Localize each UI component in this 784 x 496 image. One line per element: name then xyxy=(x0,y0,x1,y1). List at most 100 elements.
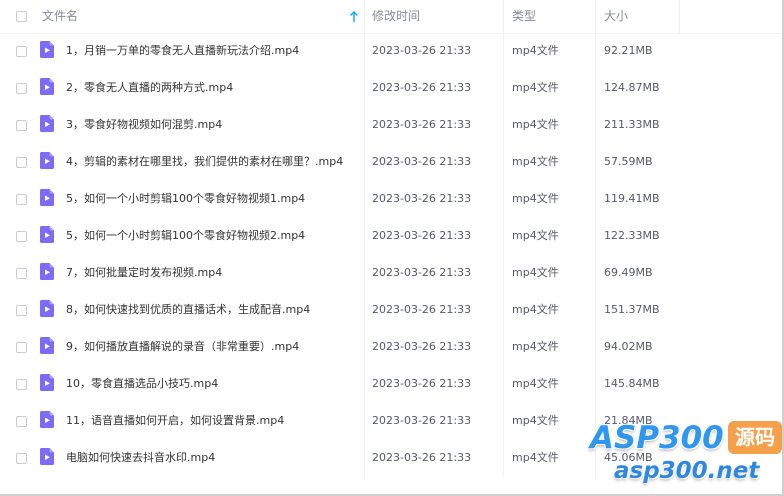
file-name[interactable]: 3，零食好物视频如何混剪.mp4 xyxy=(66,107,222,143)
row-divider xyxy=(364,107,365,144)
watermark-brand: ASP300 xyxy=(590,420,724,456)
file-type: mp4文件 xyxy=(512,303,559,316)
row-divider xyxy=(364,181,365,218)
file-type: mp4文件 xyxy=(512,81,559,94)
file-list-panel: 文件名 修改时间 类型 大小 1，月销一万单的零食无人直播新玩法介绍.mp4 20… xyxy=(0,0,784,496)
row-divider xyxy=(503,33,504,70)
file-name[interactable]: 10，零食直播选品小技巧.mp4 xyxy=(66,366,218,402)
file-name[interactable]: 电脑如何快速去抖音水印.mp4 xyxy=(66,440,215,476)
row-checkbox[interactable] xyxy=(16,120,27,131)
row-divider xyxy=(364,329,365,366)
file-size: 122.33MB xyxy=(604,229,660,242)
file-row[interactable]: 1，月销一万单的零食无人直播新玩法介绍.mp4 2023-03-26 21:33 m… xyxy=(0,33,782,70)
file-name[interactable]: 7，如何批量定时发布视频.mp4 xyxy=(66,255,222,291)
row-checkbox[interactable] xyxy=(16,46,27,57)
file-row[interactable]: 2，零食无人直播的两种方式.mp4 2023-03-26 21:33 mp4文件 12… xyxy=(0,70,782,107)
video-file-icon xyxy=(40,189,54,206)
row-divider xyxy=(503,366,504,403)
file-modified-time: 2023-03-26 21:33 xyxy=(372,229,472,242)
column-divider[interactable] xyxy=(364,0,365,33)
row-divider xyxy=(595,70,596,107)
file-name[interactable]: 4，剪辑的素材在哪里找，我们提供的素材在哪里？.mp4 xyxy=(66,144,343,180)
file-row[interactable]: 8，如何快速找到优质的直播话术，生成配音.mp4 2023-03-26 21:33… xyxy=(0,292,782,329)
row-divider xyxy=(503,181,504,218)
row-checkbox[interactable] xyxy=(16,157,27,168)
file-row[interactable]: 4，剪辑的素材在哪里找，我们提供的素材在哪里？.mp4 2023-03-26 21… xyxy=(0,144,782,181)
file-type: mp4文件 xyxy=(512,451,559,464)
video-file-icon xyxy=(40,448,54,465)
row-checkbox[interactable] xyxy=(16,194,27,205)
file-name[interactable]: 8，如何快速找到优质的直播话术，生成配音.mp4 xyxy=(66,292,310,328)
row-divider xyxy=(595,107,596,144)
row-checkbox[interactable] xyxy=(16,342,27,353)
row-checkbox[interactable] xyxy=(16,83,27,94)
file-size: 119.41MB xyxy=(604,192,660,205)
file-modified-time: 2023-03-26 21:33 xyxy=(372,414,472,427)
file-row[interactable]: 10，零食直播选品小技巧.mp4 2023-03-26 21:33 mp4文件 145… xyxy=(0,366,782,403)
file-name[interactable]: 2，零食无人直播的两种方式.mp4 xyxy=(66,70,233,106)
file-size: 69.49MB xyxy=(604,266,653,279)
file-size: 94.02MB xyxy=(604,340,653,353)
row-divider xyxy=(364,33,365,70)
row-checkbox[interactable] xyxy=(16,416,27,427)
row-checkbox[interactable] xyxy=(16,379,27,390)
row-checkbox[interactable] xyxy=(16,453,27,464)
file-modified-time: 2023-03-26 21:33 xyxy=(372,81,472,94)
row-checkbox[interactable] xyxy=(16,268,27,279)
file-type: mp4文件 xyxy=(512,340,559,353)
file-modified-time: 2023-03-26 21:33 xyxy=(372,451,472,464)
video-file-icon xyxy=(40,115,54,132)
row-divider xyxy=(364,70,365,107)
video-file-icon xyxy=(40,226,54,243)
file-size: 124.87MB xyxy=(604,81,660,94)
file-size: 211.33MB xyxy=(604,118,660,131)
file-modified-time: 2023-03-26 21:33 xyxy=(372,155,472,168)
file-row[interactable]: 5，如何一个小时剪辑100个零食好物视频2.mp4 2023-03-26 21:3… xyxy=(0,218,782,255)
column-header-mtime[interactable]: 修改时间 xyxy=(372,0,420,33)
file-type: mp4文件 xyxy=(512,414,559,427)
file-row[interactable]: 7，如何批量定时发布视频.mp4 2023-03-26 21:33 mp4文件 69.… xyxy=(0,255,782,292)
row-divider xyxy=(364,218,365,255)
file-name[interactable]: 5，如何一个小时剪辑100个零食好物视频1.mp4 xyxy=(66,181,305,217)
select-all-checkbox[interactable] xyxy=(16,11,27,22)
file-size: 57.59MB xyxy=(604,155,653,168)
file-name[interactable]: 1，月销一万单的零食无人直播新玩法介绍.mp4 xyxy=(66,33,299,69)
row-divider xyxy=(503,218,504,255)
row-divider xyxy=(364,440,365,477)
row-divider xyxy=(595,218,596,255)
column-header-name[interactable]: 文件名 xyxy=(42,0,78,33)
video-file-icon xyxy=(40,411,54,428)
row-divider xyxy=(595,33,596,70)
column-divider[interactable] xyxy=(679,0,680,33)
file-name[interactable]: 5，如何一个小时剪辑100个零食好物视频2.mp4 xyxy=(66,218,305,254)
row-divider xyxy=(503,144,504,181)
row-divider xyxy=(595,181,596,218)
video-file-icon xyxy=(40,78,54,95)
file-modified-time: 2023-03-26 21:33 xyxy=(372,303,472,316)
watermark-badge: 源码 xyxy=(728,421,782,454)
file-list-header: 文件名 修改时间 类型 大小 xyxy=(0,0,782,34)
file-list-body: 1，月销一万单的零食无人直播新玩法介绍.mp4 2023-03-26 21:33 m… xyxy=(0,33,782,477)
video-file-icon xyxy=(40,300,54,317)
file-name[interactable]: 11，语音直播如何开启，如何设置背景.mp4 xyxy=(66,403,284,439)
file-modified-time: 2023-03-26 21:33 xyxy=(372,377,472,390)
sort-ascending-icon[interactable] xyxy=(348,10,360,24)
file-row[interactable]: 5，如何一个小时剪辑100个零食好物视频1.mp4 2023-03-26 21:3… xyxy=(0,181,782,218)
row-checkbox[interactable] xyxy=(16,231,27,242)
file-type: mp4文件 xyxy=(512,118,559,131)
row-divider xyxy=(503,70,504,107)
video-file-icon xyxy=(40,263,54,280)
file-type: mp4文件 xyxy=(512,155,559,168)
file-row[interactable]: 9，如何播放直播解说的录音（非常重要）.mp4 2023-03-26 21:33 m… xyxy=(0,329,782,366)
file-modified-time: 2023-03-26 21:33 xyxy=(372,266,472,279)
row-checkbox[interactable] xyxy=(16,305,27,316)
file-size: 145.84MB xyxy=(604,377,660,390)
column-header-size[interactable]: 大小 xyxy=(604,0,628,33)
row-divider xyxy=(364,403,365,440)
file-name[interactable]: 9，如何播放直播解说的录音（非常重要）.mp4 xyxy=(66,329,299,365)
column-divider[interactable] xyxy=(595,0,596,33)
column-divider[interactable] xyxy=(503,0,504,33)
row-divider xyxy=(364,366,365,403)
file-row[interactable]: 3，零食好物视频如何混剪.mp4 2023-03-26 21:33 mp4文件 211… xyxy=(0,107,782,144)
column-header-type[interactable]: 类型 xyxy=(512,0,536,33)
